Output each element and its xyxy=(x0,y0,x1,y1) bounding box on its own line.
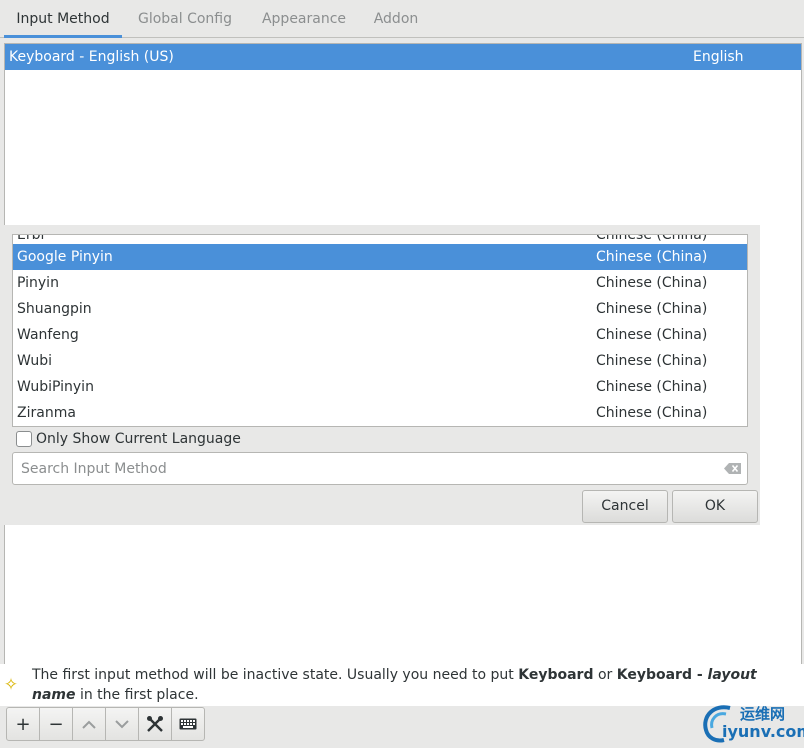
sparkle-icon: ✧ xyxy=(3,675,19,695)
cancel-button[interactable]: Cancel xyxy=(582,490,668,523)
list-item[interactable]: Wanfeng Chinese (China) xyxy=(13,322,747,348)
input-method-name: WubiPinyin xyxy=(17,379,94,395)
tab-input-method[interactable]: Input Method xyxy=(4,0,122,38)
input-method-name: Shuangpin xyxy=(17,301,92,317)
tab-bar: Input Method Global Config Appearance Ad… xyxy=(0,0,804,38)
input-method-name: Google Pinyin xyxy=(17,249,113,265)
hint-text-part: in the first place. xyxy=(75,687,199,703)
search-field[interactable] xyxy=(12,452,748,485)
keyboard-icon xyxy=(179,718,197,730)
hint-bar: ✧ The first input method will be inactiv… xyxy=(0,664,804,706)
input-method-name: Pinyin xyxy=(17,275,59,291)
tab-global-config[interactable]: Global Config xyxy=(126,0,244,38)
list-item[interactable]: Shuangpin Chinese (China) xyxy=(13,296,747,322)
list-item[interactable]: Pinyin Chinese (China) xyxy=(13,270,747,296)
bottom-toolbar: + − xyxy=(6,707,205,741)
move-down-button[interactable] xyxy=(105,707,139,741)
hint-text: The first input method will be inactive … xyxy=(32,665,798,705)
available-input-method-list[interactable]: Erbi Chinese (China) Google Pinyin Chine… xyxy=(12,234,748,427)
chevron-up-icon xyxy=(82,720,96,729)
input-method-name: Wanfeng xyxy=(17,327,79,343)
search-input[interactable] xyxy=(21,459,711,479)
input-method-language: Chinese (China) xyxy=(596,249,708,265)
ok-button[interactable]: OK xyxy=(672,490,758,523)
tab-addon[interactable]: Addon xyxy=(364,0,428,38)
checkbox-box[interactable] xyxy=(16,431,32,447)
list-item[interactable]: Keyboard - English (US) English xyxy=(5,44,801,70)
watermark-cn: 运维网 xyxy=(740,705,786,723)
input-method-language: Chinese (China) xyxy=(596,301,708,317)
chevron-down-icon xyxy=(115,719,129,728)
input-method-name: Ziranma xyxy=(17,405,76,421)
keyboard-layout-button[interactable] xyxy=(171,707,205,741)
list-item[interactable]: Wubi Chinese (China) xyxy=(13,348,747,374)
hint-keyboard: Keyboard xyxy=(518,667,594,683)
list-item[interactable]: WubiPinyin Chinese (China) xyxy=(13,374,747,400)
plus-icon: + xyxy=(15,713,31,735)
input-method-name: Keyboard - English (US) xyxy=(9,49,174,65)
add-button[interactable]: + xyxy=(6,707,40,741)
remove-button[interactable]: − xyxy=(39,707,73,741)
list-item[interactable]: Ziranma Chinese (China) xyxy=(13,400,747,426)
list-item[interactable]: Google Pinyin Chinese (China) xyxy=(13,244,747,270)
configure-button[interactable] xyxy=(138,707,172,741)
minus-icon: − xyxy=(48,713,64,735)
clear-icon[interactable] xyxy=(724,462,742,475)
only-current-language-checkbox[interactable]: Only Show Current Language xyxy=(16,429,241,449)
hint-keyboard-layout: Keyboard - xyxy=(616,667,708,683)
input-method-language: Chinese (China) xyxy=(596,327,708,343)
add-input-method-dialog: Erbi Chinese (China) Google Pinyin Chine… xyxy=(0,225,760,525)
input-method-language: Chinese (China) xyxy=(596,405,708,421)
move-up-button[interactable] xyxy=(72,707,106,741)
tab-appearance[interactable]: Appearance xyxy=(252,0,356,38)
input-method-language: Chinese (China) xyxy=(596,379,708,395)
input-method-language: English xyxy=(693,49,744,65)
hint-text-part: or xyxy=(593,667,617,683)
hint-text-part: The first input method will be inactive … xyxy=(32,667,519,683)
input-method-name: Wubi xyxy=(17,353,52,369)
checkbox-label: Only Show Current Language xyxy=(36,431,241,447)
watermark-logo: 运维网 iyunv.com xyxy=(700,702,804,746)
input-method-language: Chinese (China) xyxy=(596,275,708,291)
tools-icon xyxy=(147,716,163,732)
input-method-language: Chinese (China) xyxy=(596,353,708,369)
watermark-en: iyunv.com xyxy=(722,722,804,741)
